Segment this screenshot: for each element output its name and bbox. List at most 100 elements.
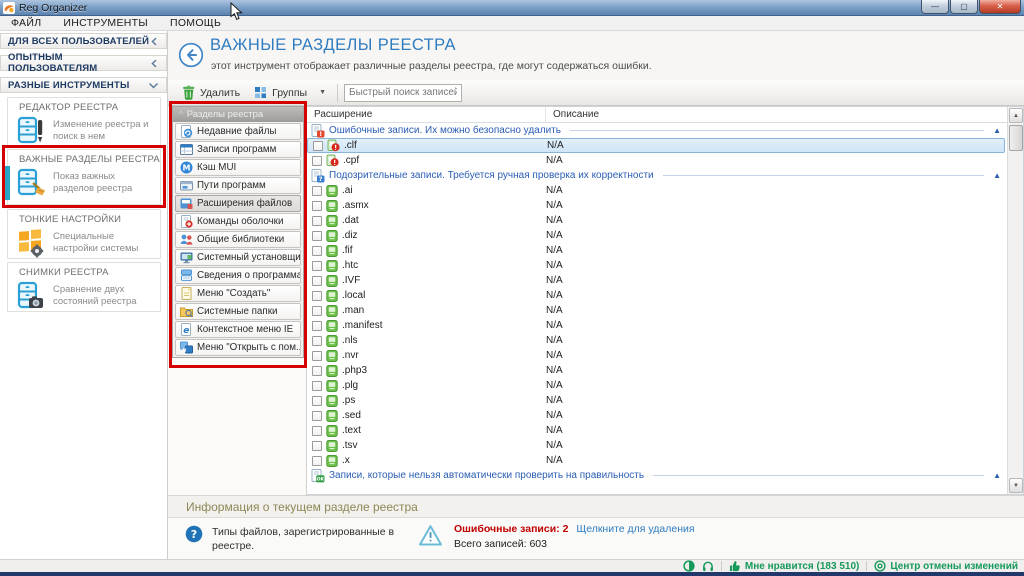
delete-button[interactable]: Удалить <box>175 83 247 102</box>
section-item-7[interactable]: Системный установщик <box>175 249 301 266</box>
section-item-5[interactable]: Команды оболочки <box>175 213 301 230</box>
search-input[interactable] <box>344 84 462 102</box>
row-main-cell: .text <box>307 425 539 437</box>
column-header-description[interactable]: Описание <box>545 107 1023 122</box>
section-item-6[interactable]: Общие библиотеки <box>175 231 301 248</box>
section-item-3[interactable]: Пути программ <box>175 177 301 194</box>
section-item-2[interactable]: MКэш MUI <box>175 159 301 176</box>
undo-center-button[interactable]: Центр отмены изменений <box>874 560 1018 572</box>
section-item-1[interactable]: Записи программ <box>175 141 301 158</box>
contrast-button[interactable] <box>683 560 695 572</box>
table-row[interactable]: .asmxN/A <box>307 198 1007 213</box>
row-main-cell: .nls <box>307 335 539 347</box>
section-item-11[interactable]: eКонтекстное меню IE <box>175 321 301 338</box>
suspicious-entry-icon <box>326 395 338 407</box>
row-main-cell: .cpf <box>307 154 539 167</box>
row-checkbox[interactable] <box>312 156 322 166</box>
table-row[interactable]: .aiN/A <box>307 183 1007 198</box>
section-item-4[interactable]: Расширения файлов <box>175 195 301 212</box>
groups-dropdown-arrow-icon[interactable]: ▼ <box>314 87 331 98</box>
row-checkbox[interactable] <box>312 381 322 391</box>
row-checkbox[interactable] <box>312 396 322 406</box>
table-row[interactable]: .clfN/A <box>307 138 1005 153</box>
row-checkbox[interactable] <box>312 321 322 331</box>
menu-item-помощь[interactable]: ПОМОЩЬ <box>159 17 232 29</box>
table-row[interactable]: .nlsN/A <box>307 333 1007 348</box>
row-extension: .clf <box>344 140 357 151</box>
suspicious-entry-icon <box>326 365 338 377</box>
sidebar-accordion-0[interactable]: ДЛЯ ВСЕХ ПОЛЬЗОВАТЕЛЕЙ <box>0 33 167 49</box>
scrollbar-thumb[interactable] <box>1009 125 1023 151</box>
table-row[interactable]: .textN/A <box>307 423 1007 438</box>
table-row[interactable]: .htcN/A <box>307 258 1007 273</box>
row-checkbox[interactable] <box>312 456 322 466</box>
collapse-arrow-icon[interactable]: ▲ <box>993 471 1003 480</box>
row-checkbox[interactable] <box>312 291 322 301</box>
row-main-cell: .manifest <box>307 320 539 332</box>
table-row[interactable]: .php3N/A <box>307 363 1007 378</box>
minimize-button[interactable]: — <box>921 0 949 14</box>
table-row[interactable]: .fifN/A <box>307 243 1007 258</box>
sidebar-accordion-2[interactable]: РАЗНЫЕ ИНСТРУМЕНТЫ <box>0 77 167 93</box>
row-checkbox[interactable] <box>312 411 322 421</box>
menu-item-инструменты[interactable]: ИНСТРУМЕНТЫ <box>52 17 159 29</box>
table-row[interactable]: .tsvN/A <box>307 438 1007 453</box>
headphones-button[interactable] <box>702 560 714 572</box>
mui-cache-icon: M <box>180 161 193 174</box>
table-row[interactable]: .IVFN/A <box>307 273 1007 288</box>
delete-errors-link[interactable]: Щелкните для удаления <box>576 523 694 535</box>
row-checkbox[interactable] <box>312 261 322 271</box>
row-checkbox[interactable] <box>312 246 322 256</box>
menu-item-файл[interactable]: ФАЙЛ <box>0 17 52 29</box>
row-checkbox[interactable] <box>312 216 322 226</box>
sidebar-item-3[interactable]: Сравнение двух состояний реестра <box>8 279 160 313</box>
row-checkbox[interactable] <box>312 336 322 346</box>
table-row[interactable]: .cpfN/A <box>307 153 1007 168</box>
row-checkbox[interactable] <box>312 306 322 316</box>
table-group-header-0[interactable]: !Ошибочные записи. Их можно безопасно уд… <box>307 123 1007 138</box>
sidebar-item-0[interactable]: Изменение реестра и поиск в нем <box>8 114 160 148</box>
like-button[interactable]: Мне нравится (183 510) <box>729 560 859 572</box>
section-item-10[interactable]: Системные папки <box>175 303 301 320</box>
row-checkbox[interactable] <box>312 426 322 436</box>
row-checkbox[interactable] <box>312 441 322 451</box>
back-button[interactable] <box>178 42 204 68</box>
sidebar-accordion-1[interactable]: ОПЫТНЫМ ПОЛЬЗОВАТЕЛЯМ <box>0 55 167 71</box>
groups-button[interactable]: Группы <box>247 84 314 101</box>
row-checkbox[interactable] <box>312 276 322 286</box>
column-header-extension[interactable]: Расширение <box>307 107 545 122</box>
table-row[interactable]: .datN/A <box>307 213 1007 228</box>
row-checkbox[interactable] <box>312 186 322 196</box>
sidebar-item-2[interactable]: Специальные настройки системы <box>8 226 160 260</box>
section-item-12[interactable]: Меню "Открыть с пом... <box>175 339 301 356</box>
table-group-header-2[interactable]: OKЗаписи, которые нельзя автоматически п… <box>307 468 1007 483</box>
row-checkbox[interactable] <box>312 201 322 211</box>
table-row[interactable]: .plgN/A <box>307 378 1007 393</box>
table-row[interactable]: .nvrN/A <box>307 348 1007 363</box>
scroll-down-icon[interactable]: ▼ <box>1009 478 1023 493</box>
table-row[interactable]: .sedN/A <box>307 408 1007 423</box>
section-item-0[interactable]: Недавние файлы <box>175 123 301 140</box>
collapse-arrow-icon[interactable]: ▲ <box>993 171 1003 180</box>
row-checkbox[interactable] <box>312 351 322 361</box>
table-row[interactable]: .manN/A <box>307 303 1007 318</box>
suspicious-entry-icon <box>326 215 338 227</box>
sections-panel-header[interactable]: ^ Разделы реестра <box>173 107 303 122</box>
table-row[interactable]: .localN/A <box>307 288 1007 303</box>
table-row[interactable]: .manifestN/A <box>307 318 1007 333</box>
maximize-button[interactable]: ▢ <box>950 0 978 14</box>
section-item-8[interactable]: Сведения о программах <box>175 267 301 284</box>
row-checkbox[interactable] <box>312 231 322 241</box>
sidebar-item-1[interactable]: Показ важных разделов реестра <box>8 166 160 200</box>
collapse-arrow-icon[interactable]: ▲ <box>993 126 1003 135</box>
close-button[interactable]: ✕ <box>979 0 1021 14</box>
table-row[interactable]: .xN/A <box>307 453 1007 468</box>
table-group-header-1[interactable]: ?Подозрительные записи. Требуется ручная… <box>307 168 1007 183</box>
table-row[interactable]: .psN/A <box>307 393 1007 408</box>
section-item-9[interactable]: Меню "Создать" <box>175 285 301 302</box>
vertical-scrollbar[interactable]: ▲ ▼ <box>1007 107 1023 494</box>
row-checkbox[interactable] <box>312 366 322 376</box>
row-checkbox[interactable] <box>313 141 323 151</box>
table-row[interactable]: .dizN/A <box>307 228 1007 243</box>
scroll-up-icon[interactable]: ▲ <box>1009 108 1023 123</box>
